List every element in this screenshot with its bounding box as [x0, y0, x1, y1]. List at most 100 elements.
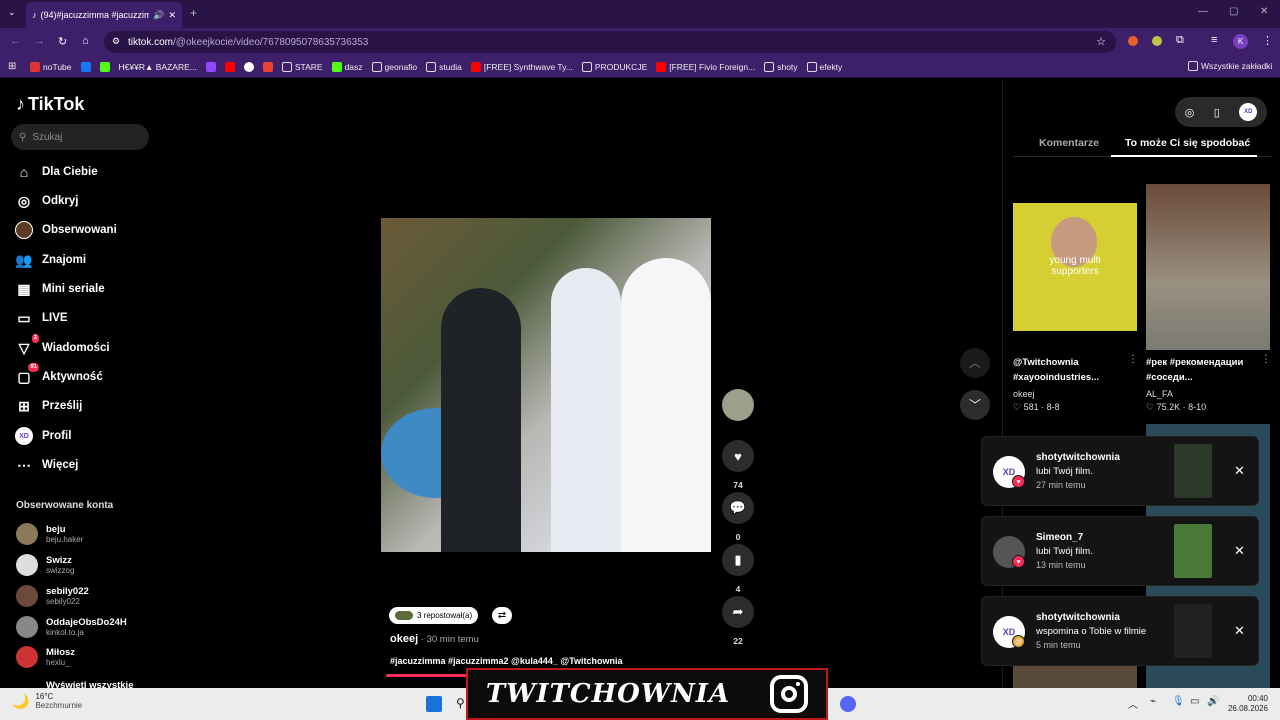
tray-chevron-icon[interactable]: ︿ [1128, 696, 1138, 711]
minimize-button[interactable]: — [1198, 6, 1208, 17]
volume-icon[interactable]: 🔊 [1207, 696, 1219, 707]
nav-wiecej[interactable]: ⋯ Więcej [15, 456, 78, 474]
monitor-icon[interactable]: ▭ [1190, 696, 1199, 707]
bookmark-youtube[interactable] [224, 61, 235, 72]
tiktok-logo[interactable]: ♪ TikTok [16, 94, 84, 115]
windows-start-icon[interactable] [426, 696, 442, 712]
network-icon[interactable]: ⌁ [1150, 696, 1156, 707]
site-info-icon[interactable]: ⚙ [112, 36, 120, 47]
bookmark-facebook[interactable] [80, 61, 91, 72]
account-sebily022[interactable]: sebily022 sebily022 [16, 585, 89, 607]
previous-video-button[interactable]: ︿ [960, 348, 990, 378]
browser-tab[interactable]: ♪ (94)#jacuzzimma #jacuzzim 🔊 ✕ [26, 2, 182, 28]
nav-live[interactable]: ▭ LIVE [15, 309, 67, 327]
bookmark-notube[interactable]: noTube [30, 61, 72, 72]
reposted-pill[interactable]: 3 repostował(a) [389, 607, 479, 624]
video-author[interactable]: okeej [1013, 389, 1035, 399]
new-tab-button[interactable]: + [190, 6, 197, 20]
nav-dla-ciebie[interactable]: ⌂ Dla Ciebie [15, 163, 98, 181]
video-player[interactable] [381, 218, 711, 552]
notification-video-preview[interactable] [1174, 604, 1212, 658]
bookmark-shoty[interactable]: shoty [764, 61, 798, 72]
profile-avatar[interactable]: K [1233, 34, 1248, 49]
nav-aktywnosc[interactable]: ▢ 91 Aktywność [15, 363, 103, 386]
video-progress[interactable] [386, 674, 474, 677]
account-oddajeobsdo24h[interactable]: OddajeObsDo24H kinkol.to.ja [16, 616, 127, 638]
bookmark-efekty[interactable]: efekty [806, 61, 842, 72]
home-icon[interactable]: ⌂ [82, 35, 89, 47]
search-icon[interactable]: ⚲ [456, 696, 465, 710]
share-button[interactable]: ➦ 22 [722, 596, 754, 646]
discord-icon[interactable] [840, 696, 856, 712]
extension-icon[interactable] [1152, 36, 1162, 46]
bookmark-studia[interactable]: studia [426, 61, 462, 72]
more-options-icon[interactable]: ⋮ [1261, 354, 1271, 365]
bookmark-fivio[interactable]: [FREE] Fivio Foreign... [656, 61, 755, 72]
video-thumbnail[interactable] [1146, 184, 1270, 350]
tab-comments[interactable]: Komentarze [1039, 137, 1099, 149]
nav-mini-seriale[interactable]: ▦ Mini seriale [15, 280, 104, 298]
nav-znajomi[interactable]: 👥 Znajomi [15, 251, 86, 269]
close-icon[interactable]: ✕ [1234, 463, 1245, 479]
search-box[interactable]: ⚲ Szukaj [11, 124, 149, 150]
bookmark-geonafio[interactable]: geonafio [371, 61, 417, 72]
all-bookmarks-button[interactable]: Wszystkie zakładki [1188, 61, 1272, 71]
microphone-icon[interactable]: 🎙 [1172, 696, 1185, 707]
nav-profil[interactable]: XD Profil [15, 427, 71, 445]
more-options-icon[interactable]: ⋮ [1128, 354, 1138, 365]
bookmark-twitch[interactable] [205, 61, 216, 72]
save-button[interactable]: ▮ 4 [722, 544, 754, 594]
notification-video-preview[interactable] [1174, 444, 1212, 498]
bookmark-star-icon[interactable]: ☆ [1096, 35, 1106, 48]
bookmark-kick[interactable] [99, 61, 110, 72]
bookmark-synthwave[interactable]: [FREE] Synthwave Ty... [470, 61, 573, 72]
forward-icon[interactable]: → [34, 35, 45, 47]
like-button[interactable]: ♥ 74 [722, 440, 754, 490]
video-author[interactable]: okeej · 30 min temu [390, 633, 479, 645]
nav-obserwowani[interactable]: Obserwowani [15, 221, 117, 239]
bookmark-dasz[interactable]: dasz [331, 61, 363, 72]
notification-toast[interactable]: XD @ shotytwitchownia wspomina o Tobie w… [981, 596, 1259, 666]
close-icon[interactable]: ✕ [1234, 623, 1245, 639]
bookmark-produkcje[interactable]: PRODUKCJE [581, 61, 647, 72]
video-author[interactable]: AL_FA [1146, 389, 1173, 399]
repost-icon[interactable]: ⇄ [492, 607, 512, 624]
comment-button[interactable]: 💬 0 [722, 492, 754, 542]
search-input[interactable]: Szukaj [32, 132, 62, 143]
extensions-icon[interactable]: ⧉ [1176, 34, 1184, 47]
url-field[interactable]: ⚙ tiktok.com/@okeejkocie/video/767809507… [104, 31, 1116, 53]
bookmark-stare[interactable]: STARE [281, 61, 323, 72]
account-milosz[interactable]: Miłosz hexlu_ [16, 646, 75, 668]
notification-toast[interactable]: ♥ Simeon_7 lubi Twój film. 13 min temu ✕ [981, 516, 1259, 586]
next-video-button[interactable]: ﹀ [960, 390, 990, 420]
tab-list-icon[interactable]: ⌄ [8, 7, 16, 18]
close-window-button[interactable]: ✕ [1260, 6, 1268, 17]
nav-odkryj[interactable]: ◎ Odkryj [15, 192, 79, 210]
reload-icon[interactable]: ↻ [58, 35, 67, 48]
notification-video-preview[interactable] [1174, 524, 1212, 578]
account-beju[interactable]: beju beju.haker [16, 523, 83, 545]
clock[interactable]: 00:40 26.08.2026 [1222, 694, 1268, 714]
tab-recommended[interactable]: To może Ci się spodobać [1125, 137, 1250, 149]
compass-icon[interactable]: ◎ [1185, 106, 1195, 119]
close-icon[interactable]: ✕ [1234, 543, 1245, 559]
author-avatar-button[interactable] [722, 389, 754, 421]
notification-toast[interactable]: XD ♥ shotytwitchownia lubi Twój film. 27… [981, 436, 1259, 506]
video-caption[interactable]: @Twitchownia #xayooindustries... [1013, 355, 1099, 385]
bookmark-gmail[interactable] [262, 61, 273, 72]
close-tab-icon[interactable]: ✕ [168, 10, 176, 21]
account-swizz[interactable]: Swizz swizzog [16, 554, 74, 576]
menu-icon[interactable]: ⋮ [1262, 34, 1273, 47]
profile-icon[interactable]: XD [1239, 103, 1258, 121]
back-icon[interactable]: ← [10, 35, 21, 47]
apps-grid-icon[interactable]: ⊞ [8, 61, 16, 72]
nav-przeslij[interactable]: ⊞ Prześlij [15, 397, 82, 415]
video-caption[interactable]: #рек #рекомендации #соседи... [1146, 355, 1243, 385]
weather-widget[interactable]: 🌙 16°C Bezchmurnie [12, 692, 82, 710]
video-thumbnail[interactable]: young multi supporters [1013, 203, 1137, 331]
bookmark-google[interactable] [243, 61, 254, 72]
nav-wiadomosci[interactable]: ▽ 3 Wiadomości [15, 334, 110, 357]
media-icon[interactable]: ≡ [1211, 34, 1217, 46]
extension-icon[interactable] [1128, 36, 1138, 46]
audio-icon[interactable]: 🔊 [153, 10, 164, 21]
